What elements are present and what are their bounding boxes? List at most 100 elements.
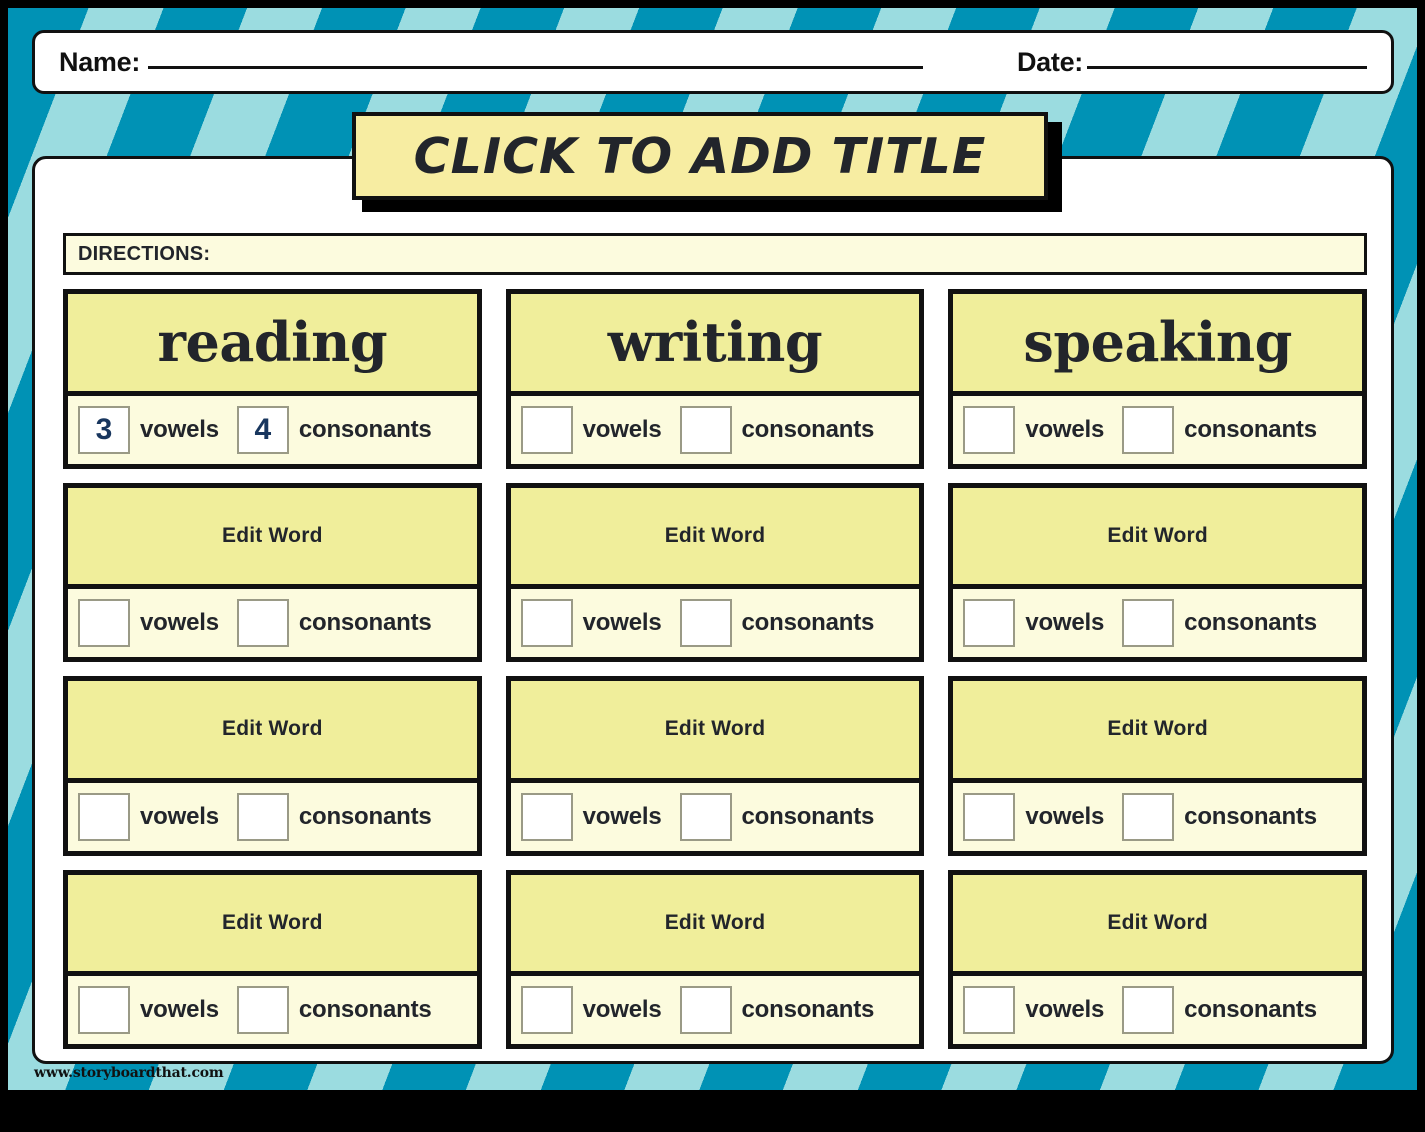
word-cell[interactable]: Edit Word xyxy=(510,487,920,589)
consonants-count-box[interactable] xyxy=(236,986,289,1034)
count-row: vowels consonants xyxy=(510,395,920,464)
vowels-label: vowels xyxy=(1025,802,1105,830)
vowels-label: vowels xyxy=(1025,609,1105,636)
consonants-count-box[interactable] xyxy=(679,599,732,647)
vowels-count-group: vowels xyxy=(520,405,662,454)
word-card: Edit Word vowels consonants xyxy=(948,482,1367,662)
count-row: vowels consonants xyxy=(68,589,477,657)
count-row: vowels consonants xyxy=(68,782,477,851)
consonants-count-box[interactable] xyxy=(1122,986,1175,1034)
vowels-count-box[interactable] xyxy=(78,599,130,647)
consonants-count-group: consonants xyxy=(679,986,875,1034)
word-text: writing xyxy=(607,310,823,375)
word-card: reading 3 vowels 4 consonants xyxy=(63,289,482,469)
vowels-count-box[interactable] xyxy=(78,986,130,1034)
vowels-label: vowels xyxy=(582,609,662,636)
vowels-count-group: vowels xyxy=(78,986,219,1034)
consonants-count-box[interactable] xyxy=(1122,599,1175,647)
consonants-count-group: consonants xyxy=(236,986,432,1034)
word-cell[interactable]: writing xyxy=(510,294,920,396)
date-field-group: Date: xyxy=(1017,47,1367,78)
word-card: Edit Word vowels consonants xyxy=(63,869,482,1049)
vowels-count-box[interactable] xyxy=(520,792,573,841)
consonants-count-box[interactable] xyxy=(236,792,289,841)
word-card: Edit Word vowels consonants xyxy=(505,482,925,662)
vowels-count-group: vowels xyxy=(963,986,1104,1034)
vowels-label: vowels xyxy=(140,415,219,443)
count-row: vowels consonants xyxy=(510,589,920,657)
consonants-count-box[interactable] xyxy=(679,405,732,454)
consonants-count-box[interactable] xyxy=(679,986,732,1034)
count-row: vowels consonants xyxy=(953,976,1362,1044)
consonants-count-box[interactable] xyxy=(679,792,732,841)
vowels-count-group: 3 vowels xyxy=(78,405,219,454)
directions-bar[interactable]: DIRECTIONS: xyxy=(63,233,1367,275)
edit-word-placeholder: Edit Word xyxy=(1107,910,1208,934)
vowels-label: vowels xyxy=(140,996,219,1023)
word-card: Edit Word vowels consonants xyxy=(948,676,1367,856)
consonants-count-group: consonants xyxy=(679,792,874,841)
vowels-count-box[interactable] xyxy=(963,792,1016,841)
vowels-count-group: vowels xyxy=(520,986,662,1034)
vowels-count-group: vowels xyxy=(963,405,1104,454)
consonants-count-group: consonants xyxy=(1122,405,1317,454)
consonants-label: consonants xyxy=(741,996,875,1023)
edit-word-placeholder: Edit Word xyxy=(664,717,766,741)
vowels-count-box[interactable]: 3 xyxy=(78,405,130,454)
vowels-count-box[interactable] xyxy=(78,792,130,841)
word-cell[interactable]: Edit Word xyxy=(510,681,920,783)
vowels-count-box[interactable] xyxy=(963,986,1016,1034)
edit-word-placeholder: Edit Word xyxy=(1107,523,1208,547)
word-cell[interactable]: Edit Word xyxy=(953,681,1362,783)
word-text: reading xyxy=(157,310,388,375)
word-cell[interactable]: speaking xyxy=(953,294,1362,396)
date-label: Date: xyxy=(1016,46,1083,77)
count-row: 3 vowels 4 consonants xyxy=(68,395,477,464)
site-watermark: www.storyboardthat.com xyxy=(34,1065,224,1081)
word-text: speaking xyxy=(1023,310,1292,375)
word-cell[interactable]: reading xyxy=(68,294,477,396)
consonants-count-box[interactable] xyxy=(1122,405,1175,454)
consonants-label: consonants xyxy=(741,415,875,443)
consonants-count-group: consonants xyxy=(1122,792,1317,841)
date-input-rule[interactable] xyxy=(1087,65,1367,69)
consonants-label: consonants xyxy=(298,996,432,1023)
consonants-count-box[interactable] xyxy=(1122,792,1175,841)
consonants-count-box[interactable]: 4 xyxy=(236,405,289,454)
name-label: Name: xyxy=(59,46,141,77)
count-row: vowels consonants xyxy=(953,589,1362,657)
word-card: Edit Word vowels consonants xyxy=(948,869,1367,1049)
edit-word-placeholder: Edit Word xyxy=(664,523,766,547)
vowels-count-box[interactable] xyxy=(963,405,1016,454)
consonants-count-group: consonants xyxy=(679,599,875,647)
word-cell[interactable]: Edit Word xyxy=(953,487,1362,589)
word-cell[interactable]: Edit Word xyxy=(68,681,477,783)
name-input-rule[interactable] xyxy=(148,65,924,69)
consonants-label: consonants xyxy=(741,609,875,636)
vowels-count-box[interactable] xyxy=(963,599,1016,647)
vowels-label: vowels xyxy=(1025,996,1105,1023)
consonants-count-group: consonants xyxy=(236,599,432,647)
title-banner[interactable]: CLICK TO ADD TITLE xyxy=(352,112,1048,200)
word-card: writing vowels consonants xyxy=(505,289,925,469)
vowels-count-group: vowels xyxy=(963,792,1105,841)
word-cell[interactable]: Edit Word xyxy=(953,874,1362,976)
consonants-count-group: consonants xyxy=(236,792,432,841)
vowels-count-box[interactable] xyxy=(520,599,573,647)
consonants-label: consonants xyxy=(298,609,432,636)
consonants-count-group: 4 consonants xyxy=(236,405,432,454)
vowels-count-box[interactable] xyxy=(520,986,573,1034)
word-cell[interactable]: Edit Word xyxy=(68,874,477,976)
vowels-count-box[interactable] xyxy=(520,405,573,454)
count-row: vowels consonants xyxy=(953,782,1362,851)
count-row: vowels consonants xyxy=(68,976,477,1044)
consonants-label: consonants xyxy=(1184,996,1317,1023)
vowels-label: vowels xyxy=(140,802,219,830)
word-cell[interactable]: Edit Word xyxy=(510,874,920,976)
vowels-label: vowels xyxy=(582,802,662,830)
vowels-label: vowels xyxy=(140,609,219,636)
consonants-count-box[interactable] xyxy=(236,599,289,647)
edit-word-placeholder: Edit Word xyxy=(222,717,323,741)
word-cell[interactable]: Edit Word xyxy=(68,487,477,589)
edit-word-placeholder: Edit Word xyxy=(222,523,323,547)
